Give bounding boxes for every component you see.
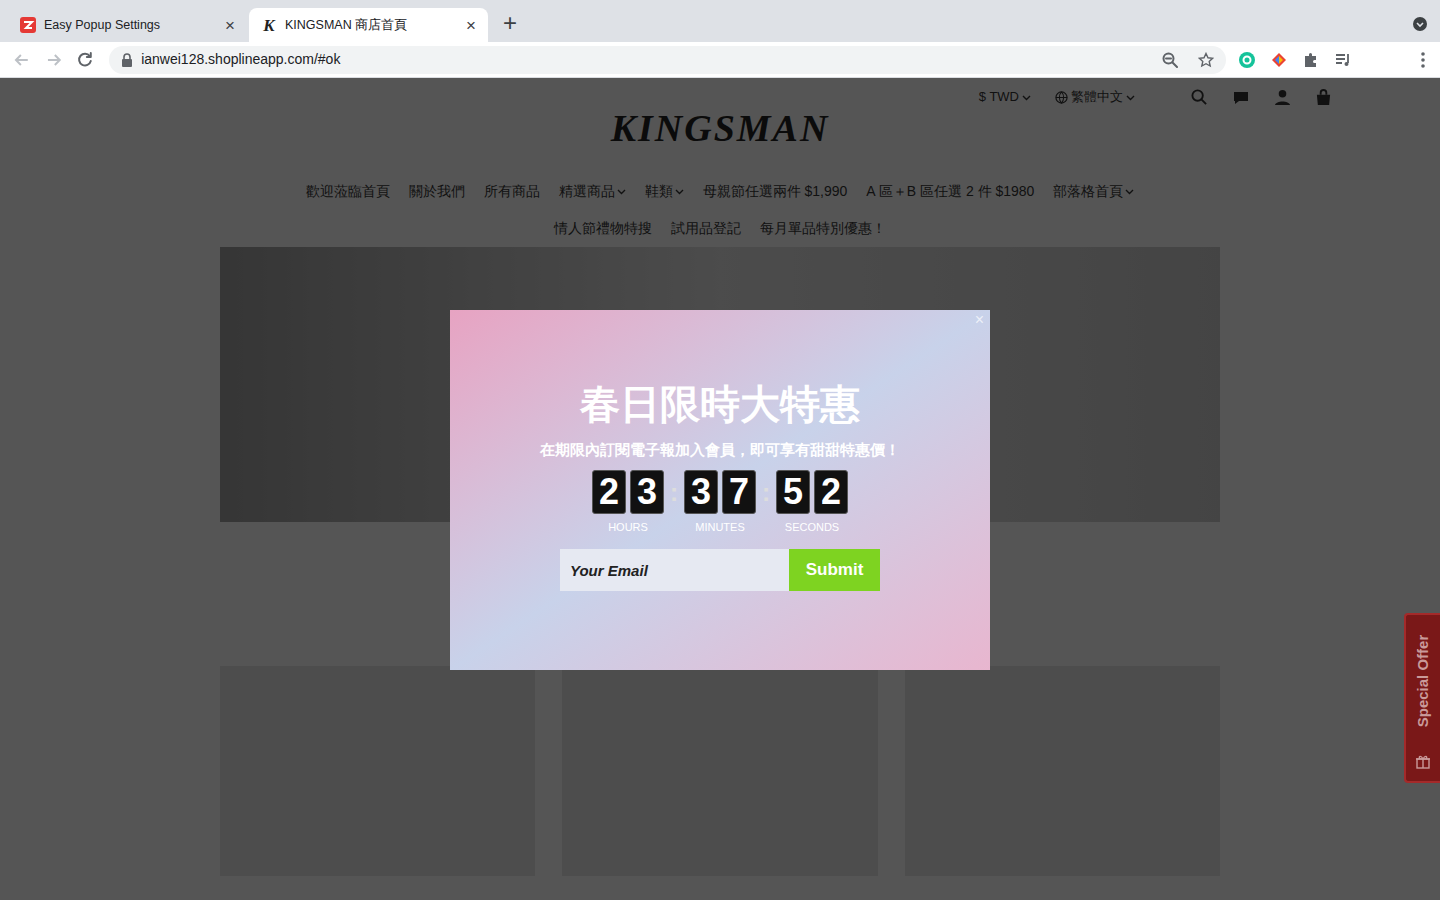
browser-tab[interactable]: Easy Popup Settings × xyxy=(8,8,247,42)
zoom-icon[interactable] xyxy=(1162,52,1178,68)
countdown-digit: 2 xyxy=(592,470,626,514)
back-icon[interactable] xyxy=(12,50,32,70)
popup-title: 春日限時大特惠 xyxy=(580,380,860,428)
countdown-label: SECONDS xyxy=(785,520,839,534)
countdown-separator: : xyxy=(665,470,683,514)
browser-window: Easy Popup Settings × K KINGSMAN 商店首頁 × + ianw… xyxy=(0,0,1440,900)
omnibox[interactable]: ianwei128.shoplineapp.com/#ok xyxy=(109,46,1226,74)
countdown-label: MINUTES xyxy=(695,520,745,534)
browser-tab[interactable]: K KINGSMAN 商店首頁 × xyxy=(249,8,488,42)
toolbar: ianwei128.shoplineapp.com/#ok xyxy=(0,42,1440,78)
extensions-puzzle-icon[interactable] xyxy=(1302,51,1320,69)
countdown-digit: 7 xyxy=(722,470,756,514)
store-favicon: K xyxy=(261,17,277,34)
grammarly-icon[interactable] xyxy=(1238,51,1256,69)
page-viewport: $ TWD繁體中文KINGSMAN歡迎蒞臨首頁關於我們所有商品精選商品鞋類母親節… xyxy=(0,78,1440,900)
menu-dots-icon[interactable] xyxy=(1420,51,1426,69)
tab-title: Easy Popup Settings xyxy=(44,16,213,35)
popup-subtitle: 在期限內訂閱電子報加入會員，即可享有甜甜特惠價！ xyxy=(540,440,900,460)
special-offer-label: Special Offer xyxy=(1412,635,1435,728)
submit-button[interactable]: Submit xyxy=(789,549,880,591)
gift-icon xyxy=(1415,753,1431,769)
reload-icon[interactable] xyxy=(75,50,95,70)
countdown-digit: 3 xyxy=(630,470,664,514)
special-offer-tab[interactable]: Special Offer xyxy=(1404,613,1440,783)
forward-icon[interactable] xyxy=(44,50,64,70)
lock-icon[interactable] xyxy=(121,53,133,67)
easy-popup-icon xyxy=(20,17,36,33)
tab-close-button[interactable]: × xyxy=(462,17,480,34)
bookmark-star-icon[interactable] xyxy=(1198,52,1214,68)
countdown-unit: 23 HOURS xyxy=(591,470,665,534)
tab-title: KINGSMAN 商店首頁 xyxy=(285,16,454,35)
countdown-unit: 52 SECONDS xyxy=(775,470,849,534)
countdown-digit: 2 xyxy=(814,470,848,514)
tab-search-icon[interactable] xyxy=(1412,16,1428,32)
countdown-timer: 23HOURS:37MINUTES:52SECONDS xyxy=(591,470,849,534)
url-text: ianwei128.shoplineapp.com/#ok xyxy=(141,49,1154,70)
new-tab-button[interactable]: + xyxy=(496,9,524,37)
countdown-label: HOURS xyxy=(608,520,648,534)
countdown-separator: : xyxy=(757,470,775,514)
email-input[interactable] xyxy=(560,549,789,591)
countdown-digit: 3 xyxy=(684,470,718,514)
tab-close-button[interactable]: × xyxy=(221,17,239,34)
media-control-icon[interactable] xyxy=(1334,51,1352,69)
color-extension-icon[interactable] xyxy=(1270,51,1288,69)
tab-strip: Easy Popup Settings × K KINGSMAN 商店首頁 × + xyxy=(0,0,1440,42)
countdown-digit: 5 xyxy=(776,470,810,514)
email-form: Submit xyxy=(560,549,880,591)
countdown-unit: 37 MINUTES xyxy=(683,470,757,534)
promo-popup: ×春日限時大特惠在期限內訂閱電子報加入會員，即可享有甜甜特惠價！23HOURS:… xyxy=(450,310,990,670)
popup-close-button[interactable]: × xyxy=(975,312,984,328)
